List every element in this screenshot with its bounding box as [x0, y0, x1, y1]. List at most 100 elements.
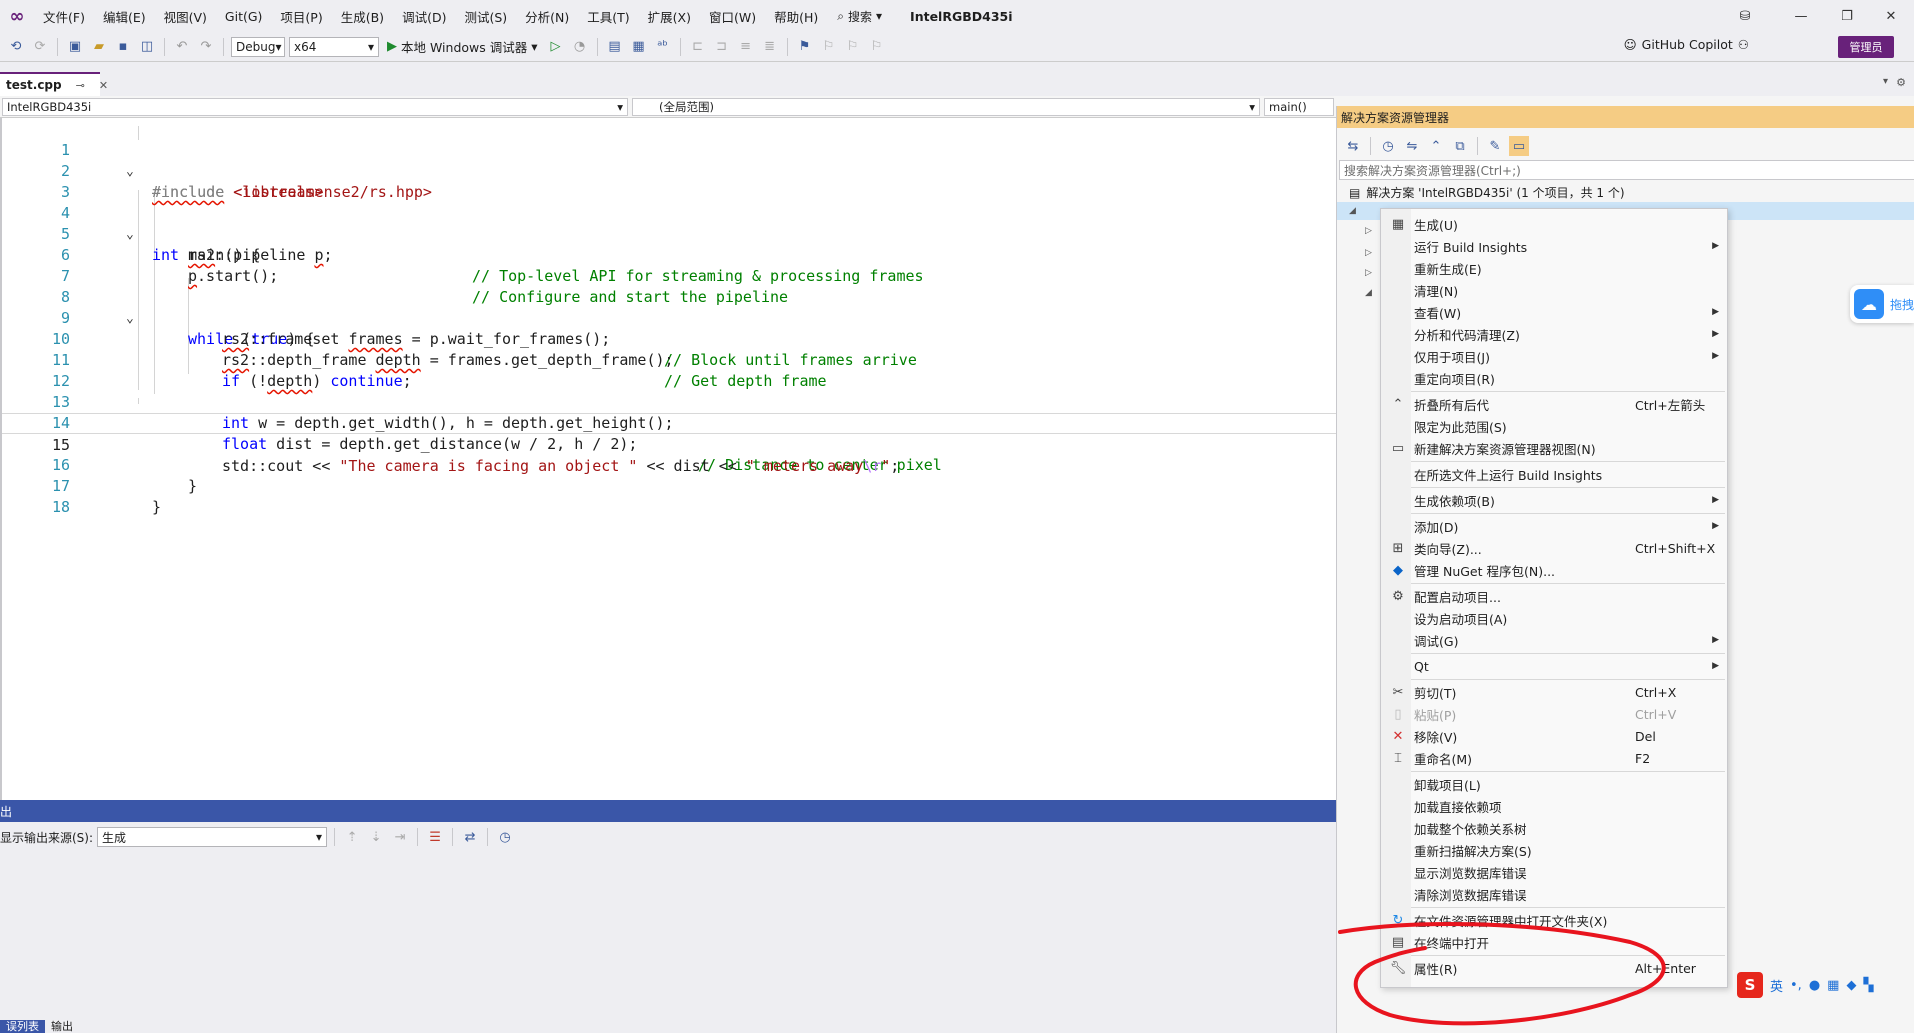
menu-file[interactable]: 文件(F)	[34, 7, 94, 26]
next-message-icon[interactable]: ⇣	[366, 827, 386, 847]
menu-item-show-db-errors[interactable]: 显示浏览数据库错误	[1381, 861, 1727, 883]
punctuation-icon[interactable]: •,	[1790, 978, 1802, 993]
menu-item-clear-db-errors[interactable]: 清除浏览数据库错误	[1381, 883, 1727, 905]
output-text-area[interactable]	[0, 852, 1336, 1020]
close-button[interactable]: ✕	[1868, 0, 1914, 32]
menu-item-debug[interactable]: 调试(G) ▶	[1381, 629, 1727, 651]
browse-icon[interactable]: ▤	[605, 37, 625, 57]
menu-project[interactable]: 项目(P)	[271, 7, 331, 26]
menu-debug[interactable]: 调试(D)	[393, 7, 455, 26]
menu-item-scope-to-this[interactable]: 限定为此范围(S)	[1381, 415, 1727, 437]
go-to-icon[interactable]: ⇥	[390, 827, 410, 847]
hot-reload-icon[interactable]: ◔	[570, 37, 590, 57]
menu-window[interactable]: 窗口(W)	[700, 7, 765, 26]
menu-item-collapse-descendants[interactable]: ⌃ 折叠所有后代 Ctrl+左箭头	[1381, 393, 1727, 415]
show-all-files-icon[interactable]: ⧉	[1450, 136, 1470, 156]
menu-item-paste[interactable]: ▯ 粘贴(P) Ctrl+V	[1381, 703, 1727, 725]
menu-analyze[interactable]: 分析(N)	[516, 7, 578, 26]
pin-icon[interactable]: ⊸	[76, 79, 85, 92]
menu-item-configure-startup[interactable]: ⚙ 配置启动项目...	[1381, 585, 1727, 607]
live-share-icon[interactable]: ⛁	[1722, 0, 1768, 32]
microphone-icon[interactable]: ●	[1809, 978, 1820, 993]
word-wrap-icon[interactable]: ⇄	[460, 827, 480, 847]
keyboard-icon[interactable]: ▦	[1827, 978, 1839, 993]
code-editor[interactable]: 1 ⌄ #include <librealsense2/rs.hpp> 2 #i…	[0, 118, 1338, 800]
indent-icon[interactable]: ≡	[736, 37, 756, 57]
sogou-logo-icon[interactable]: S	[1737, 972, 1763, 998]
menu-test[interactable]: 测试(S)	[455, 7, 516, 26]
menu-item-cut[interactable]: ✂ 剪切(T) Ctrl+X	[1381, 681, 1727, 703]
sync-icon[interactable]: ⇋	[1402, 136, 1422, 156]
solution-explorer-search-input[interactable]: 搜索解决方案资源管理器(Ctrl+;)	[1339, 160, 1914, 180]
menu-item-build[interactable]: ▦ 生成(U)	[1381, 213, 1727, 235]
expand-arrow-icon[interactable]: ◢	[1349, 206, 1356, 216]
expand-arrow-icon[interactable]: ▷	[1365, 248, 1372, 258]
back-icon[interactable]: ⟲	[6, 37, 26, 57]
menu-extensions[interactable]: 扩展(X)	[639, 7, 700, 26]
menu-item-view[interactable]: 查看(W) ▶	[1381, 301, 1727, 323]
menu-item-retarget[interactable]: 重定向项目(R)	[1381, 367, 1727, 389]
member-select[interactable]: main()	[1264, 98, 1334, 116]
menu-item-project-only[interactable]: 仅用于项目(J) ▶	[1381, 345, 1727, 367]
redo-icon[interactable]: ↷	[196, 37, 216, 57]
menu-item-load-dep-tree[interactable]: 加载整个依赖关系树	[1381, 817, 1727, 839]
collapse-all-icon[interactable]: ⌃	[1426, 136, 1446, 156]
output-source-select[interactable]: 生成 ▾	[97, 827, 328, 847]
bookmark-icon[interactable]: ⚑	[795, 37, 815, 57]
bookmark-next-icon[interactable]: ⚐	[843, 37, 863, 57]
menu-view[interactable]: 视图(V)	[155, 7, 216, 26]
menu-item-rename[interactable]: ⌶ 重命名(M) F2	[1381, 747, 1727, 769]
new-project-icon[interactable]: ▣	[65, 37, 85, 57]
document-tab[interactable]: test.cpp ⊸ ✕	[0, 72, 108, 96]
menu-edit[interactable]: 编辑(E)	[94, 7, 155, 26]
menu-item-build-dependencies[interactable]: 生成依赖项(B) ▶	[1381, 489, 1727, 511]
scope-select[interactable]: (全局范围) ▾	[632, 98, 1260, 116]
cloud-drive-badge[interactable]: ☁ 拖拽	[1850, 285, 1914, 323]
menu-build[interactable]: 生成(B)	[332, 7, 393, 26]
close-icon[interactable]: ✕	[99, 79, 108, 92]
align-icon[interactable]: ⊐	[712, 37, 732, 57]
bookmark-prev-icon[interactable]: ⚐	[819, 37, 839, 57]
tab-output[interactable]: 输出	[45, 1020, 79, 1033]
outdent-icon[interactable]: ≣	[760, 37, 780, 57]
menu-git[interactable]: Git(G)	[216, 9, 272, 24]
solution-config-select[interactable]: Debug ▾	[231, 36, 285, 57]
spell-check-icon[interactable]: ᵃᵇ	[653, 37, 673, 57]
preview-icon[interactable]: ▭	[1509, 136, 1529, 156]
minimize-button[interactable]: —	[1778, 0, 1824, 32]
align-icon[interactable]: ⊏	[688, 37, 708, 57]
expand-arrow-icon[interactable]: ▷	[1365, 268, 1372, 278]
menu-item-class-wizard[interactable]: ⊞ 类向导(Z)... Ctrl+Shift+X	[1381, 537, 1727, 559]
menu-item-rebuild[interactable]: 重新生成(E)	[1381, 257, 1727, 279]
ime-language-toggle[interactable]: 英	[1770, 976, 1783, 995]
skin-icon[interactable]: ◆	[1846, 978, 1856, 993]
menu-help[interactable]: 帮助(H)	[765, 7, 827, 26]
project-select[interactable]: IntelRGBD435i ▾	[2, 98, 628, 116]
platform-select[interactable]: x64 ▾	[289, 36, 379, 57]
menu-item-rescan-solution[interactable]: 重新扫描解决方案(S)	[1381, 839, 1727, 861]
forward-icon[interactable]: ⟳	[30, 37, 50, 57]
switch-views-icon[interactable]: ⇆	[1343, 136, 1363, 156]
toolbox-icon[interactable]: ▚	[1863, 978, 1873, 993]
menu-item-build-insights[interactable]: 运行 Build Insights ▶	[1381, 235, 1727, 257]
tab-dropdown-icon[interactable]: ▾	[1883, 76, 1888, 87]
clock-icon[interactable]: ◷	[495, 827, 515, 847]
tab-error-list[interactable]: 误列表	[0, 1020, 45, 1033]
menu-item-build-insights-selected[interactable]: 在所选文件上运行 Build Insights	[1381, 463, 1727, 485]
layout-icon[interactable]: ▦	[629, 37, 649, 57]
bookmark-clear-icon[interactable]: ⚐	[867, 37, 887, 57]
menu-item-unload-project[interactable]: 卸载项目(L)	[1381, 773, 1727, 795]
expand-arrow-icon[interactable]: ◢	[1365, 288, 1372, 298]
save-icon[interactable]: ▪	[113, 37, 133, 57]
copilot-button[interactable]: ☺ GitHub Copilot ⚇	[1624, 37, 1749, 52]
menu-tools[interactable]: 工具(T)	[578, 7, 638, 26]
open-folder-icon[interactable]: ▰	[89, 37, 109, 57]
save-all-icon[interactable]: ◫	[137, 37, 157, 57]
start-debugging-button[interactable]: ▶ 本地 Windows 调试器 ▾	[383, 37, 542, 56]
gear-icon[interactable]: ⚙	[1896, 76, 1906, 89]
restore-button[interactable]: ❐	[1824, 0, 1870, 32]
menu-item-set-startup[interactable]: 设为启动项目(A)	[1381, 607, 1727, 629]
clear-all-icon[interactable]: ☰	[425, 827, 445, 847]
menu-item-remove[interactable]: ✕ 移除(V) Del	[1381, 725, 1727, 747]
search-box[interactable]: ⌕ 搜索 ▾	[827, 8, 892, 25]
